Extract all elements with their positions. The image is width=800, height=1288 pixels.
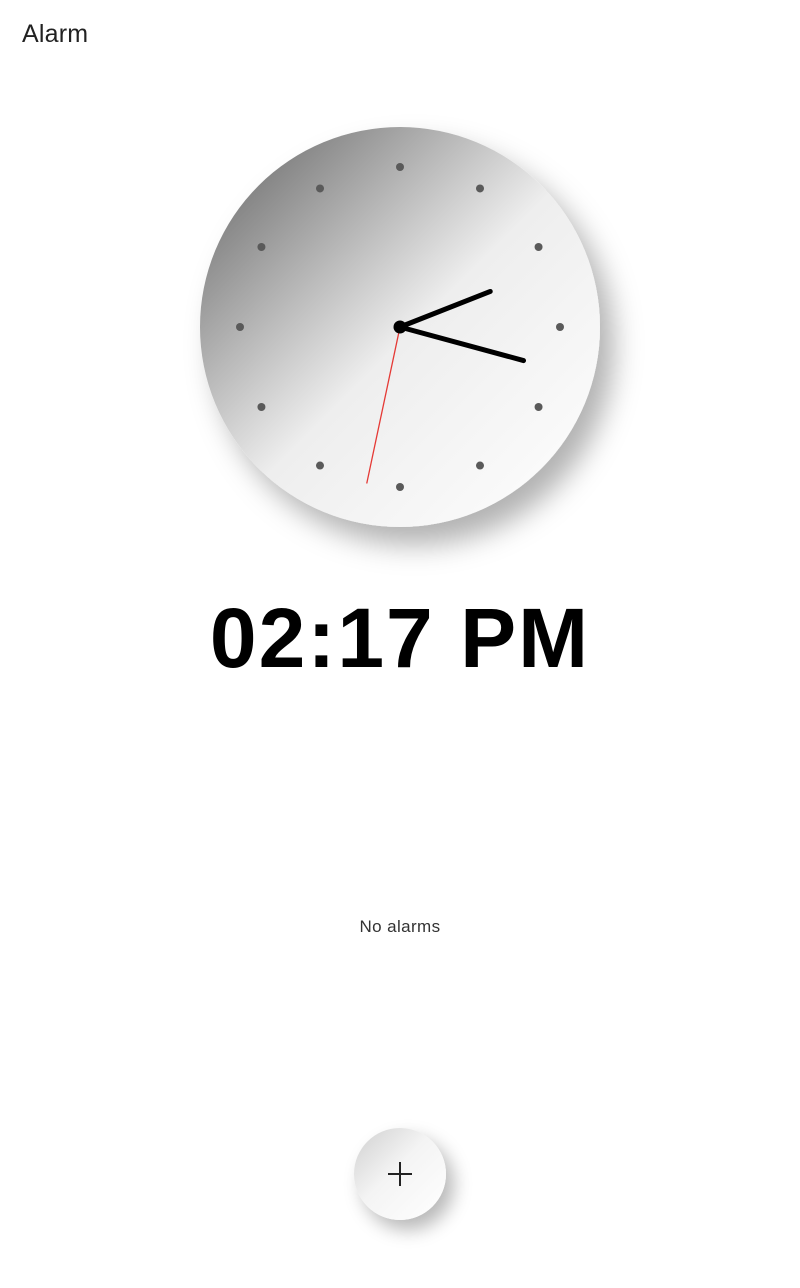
analog-clock [190,118,660,588]
plus-icon [388,1162,412,1186]
clock-face-svg [200,127,600,527]
hour-marker [396,483,404,491]
hour-marker [257,243,266,251]
digital-time: 02:17 PM [209,591,591,685]
hour-marker [534,403,543,411]
hour-marker [316,184,324,193]
clock-center-pin [393,320,407,334]
add-alarm-button[interactable] [354,1128,446,1220]
hour-marker [257,403,266,411]
hour-marker [476,461,484,470]
hour-marker [396,163,404,171]
hour-marker [236,323,244,331]
hour-marker [534,243,543,251]
hour-marker [556,323,564,331]
page-title: Alarm [22,20,89,48]
hour-marker [476,184,484,193]
empty-alarms-message: No alarms [359,917,441,936]
hour-marker [316,461,324,470]
